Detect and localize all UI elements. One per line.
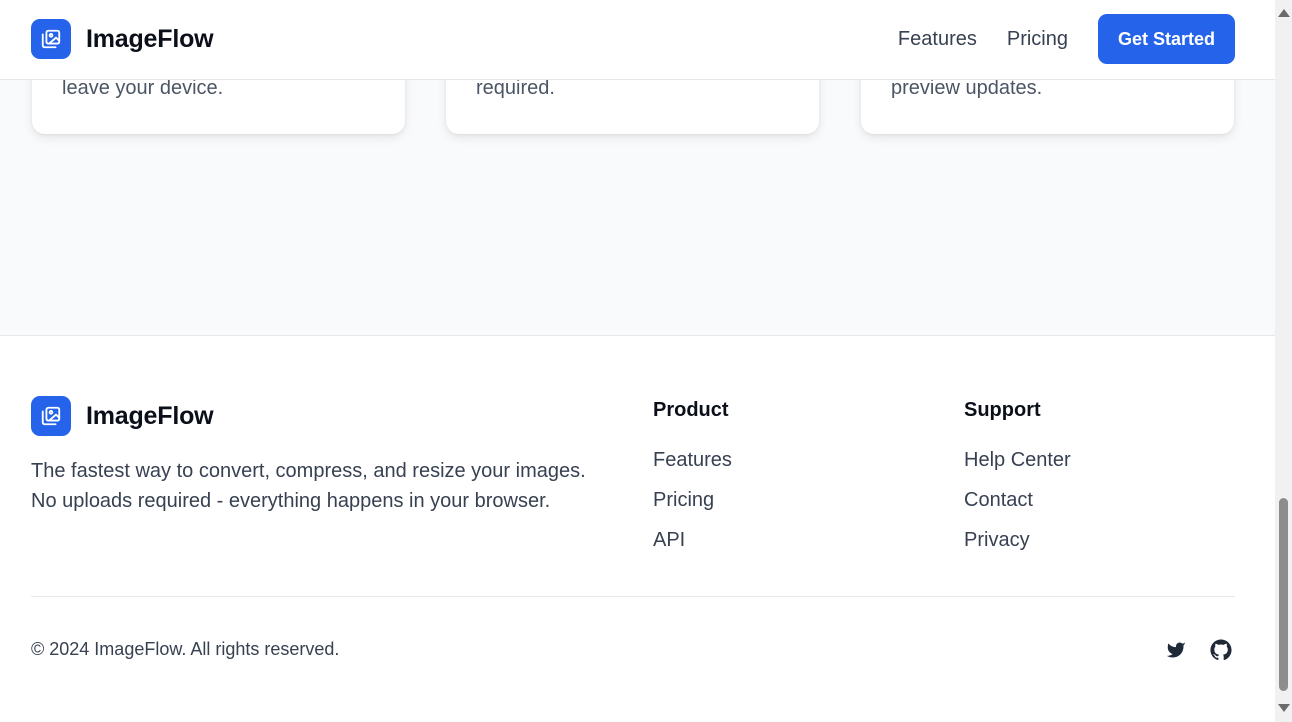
footer-description: The fastest way to convert, compress, an… (31, 460, 586, 512)
footer-divider (31, 596, 1235, 597)
site-header: ImageFlow Features Pricing Get Started (0, 0, 1275, 80)
footer-link-contact[interactable]: Contact (964, 488, 1071, 528)
header-brand[interactable]: ImageFlow (31, 19, 214, 59)
page-scrollbar[interactable] (1275, 0, 1292, 722)
get-started-button[interactable]: Get Started (1098, 14, 1235, 64)
scroll-down-arrow-icon[interactable] (1275, 699, 1292, 716)
nav-link-pricing[interactable]: Pricing (1007, 28, 1068, 51)
footer-brand[interactable]: ImageFlow (31, 396, 214, 436)
page-viewport: leave your device. required. preview upd… (0, 0, 1275, 722)
scrollbar-thumb[interactable] (1279, 498, 1288, 691)
footer-link-features[interactable]: Features (653, 448, 732, 488)
logo-icon (31, 19, 71, 59)
twitter-icon[interactable] (1164, 638, 1188, 662)
logo-icon (31, 396, 71, 436)
footer-link-api[interactable]: API (653, 528, 732, 568)
feature-card-text: preview updates. (891, 77, 1043, 99)
scroll-up-arrow-icon[interactable] (1275, 4, 1292, 21)
footer-column-support: Support Help Center Contact Privacy (964, 399, 1071, 568)
social-links (1164, 638, 1233, 662)
main-nav: Features Pricing Get Started (898, 14, 1235, 64)
github-icon[interactable] (1209, 638, 1233, 662)
footer-column-title: Support (964, 399, 1041, 421)
site-footer: ImageFlow The fastest way to convert, co… (0, 336, 1275, 722)
nav-link-features[interactable]: Features (898, 28, 977, 51)
feature-card-text: required. (476, 77, 555, 99)
footer-link-privacy[interactable]: Privacy (964, 528, 1071, 568)
feature-card-text: leave your device. (62, 77, 224, 99)
footer-link-help-center[interactable]: Help Center (964, 448, 1071, 488)
footer-column-product: Product Features Pricing API (653, 399, 732, 568)
copyright-text: © 2024 ImageFlow. All rights reserved. (31, 639, 340, 659)
footer-brand-name: ImageFlow (86, 401, 214, 430)
footer-link-pricing[interactable]: Pricing (653, 488, 732, 528)
footer-column-title: Product (653, 399, 729, 421)
brand-name: ImageFlow (86, 24, 214, 53)
